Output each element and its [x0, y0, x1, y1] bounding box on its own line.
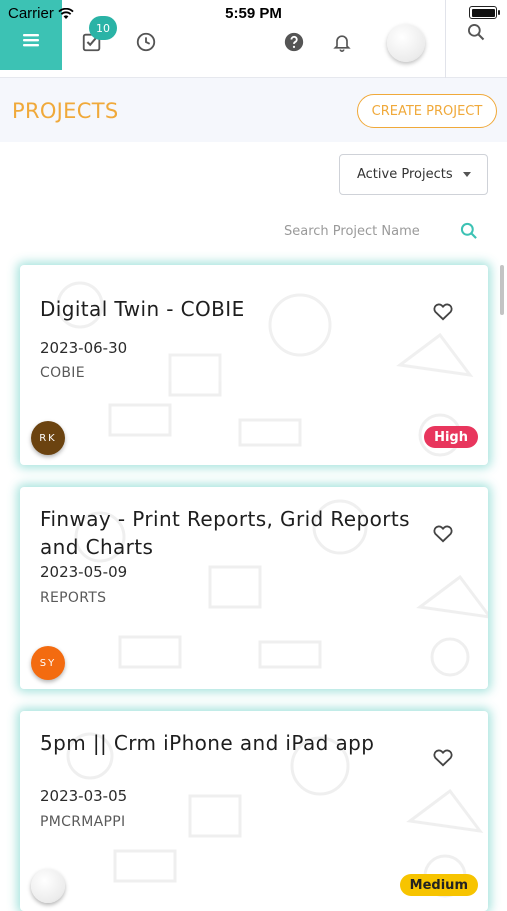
priority-badge: Medium — [399, 874, 478, 896]
project-code: PMCRMAPPI — [40, 814, 126, 830]
owner-avatar[interactable]: SY — [31, 646, 65, 680]
clock-icon — [136, 32, 156, 52]
favorite-heart-icon[interactable] — [432, 747, 454, 767]
project-card[interactable]: Digital Twin - COBIE 2023-06-30 COBIE RK… — [20, 265, 488, 465]
help-button[interactable] — [280, 28, 308, 56]
project-date: 2023-03-05 — [40, 787, 128, 805]
page-title: PROJECTS — [12, 99, 119, 123]
project-code: REPORTS — [40, 590, 107, 606]
owner-avatar[interactable] — [31, 869, 65, 903]
bell-icon — [333, 35, 351, 52]
project-date: 2023-05-09 — [40, 563, 128, 581]
scrollbar[interactable] — [500, 265, 504, 315]
create-project-button[interactable]: CREATE PROJECT — [357, 94, 497, 128]
history-button[interactable] — [132, 28, 160, 56]
project-title: Finway - Print Reports, Grid Reports and… — [40, 507, 410, 559]
search-icon — [460, 222, 477, 239]
dropdown-arrow-icon — [463, 172, 471, 177]
help-icon — [284, 32, 304, 52]
favorite-heart-icon[interactable] — [432, 523, 454, 543]
project-code: COBIE — [40, 365, 85, 381]
project-card[interactable]: Finway - Print Reports, Grid Reports and… — [20, 487, 488, 689]
favorite-heart-icon[interactable] — [432, 301, 454, 321]
filter-selected-value: Active Projects — [357, 167, 453, 182]
user-avatar[interactable] — [387, 24, 425, 62]
notifications-button[interactable] — [328, 28, 356, 56]
project-title: Digital Twin - COBIE — [40, 297, 245, 321]
project-title: 5pm || Crm iPhone and iPad app — [40, 731, 375, 755]
status-bar: Carrier 5:59 PM — [0, 0, 507, 26]
project-search-input[interactable] — [284, 220, 444, 242]
owner-avatar[interactable]: RK — [31, 421, 65, 455]
priority-badge: High — [424, 426, 478, 448]
project-card[interactable]: 5pm || Crm iPhone and iPad app 2023-03-0… — [20, 711, 488, 911]
clock-time: 5:59 PM — [225, 5, 282, 22]
project-filter-select[interactable]: Active Projects — [339, 154, 488, 195]
project-date: 2023-06-30 — [40, 339, 128, 357]
project-search-button[interactable] — [456, 218, 482, 244]
battery-icon — [469, 6, 500, 19]
hamburger-icon — [23, 34, 39, 47]
